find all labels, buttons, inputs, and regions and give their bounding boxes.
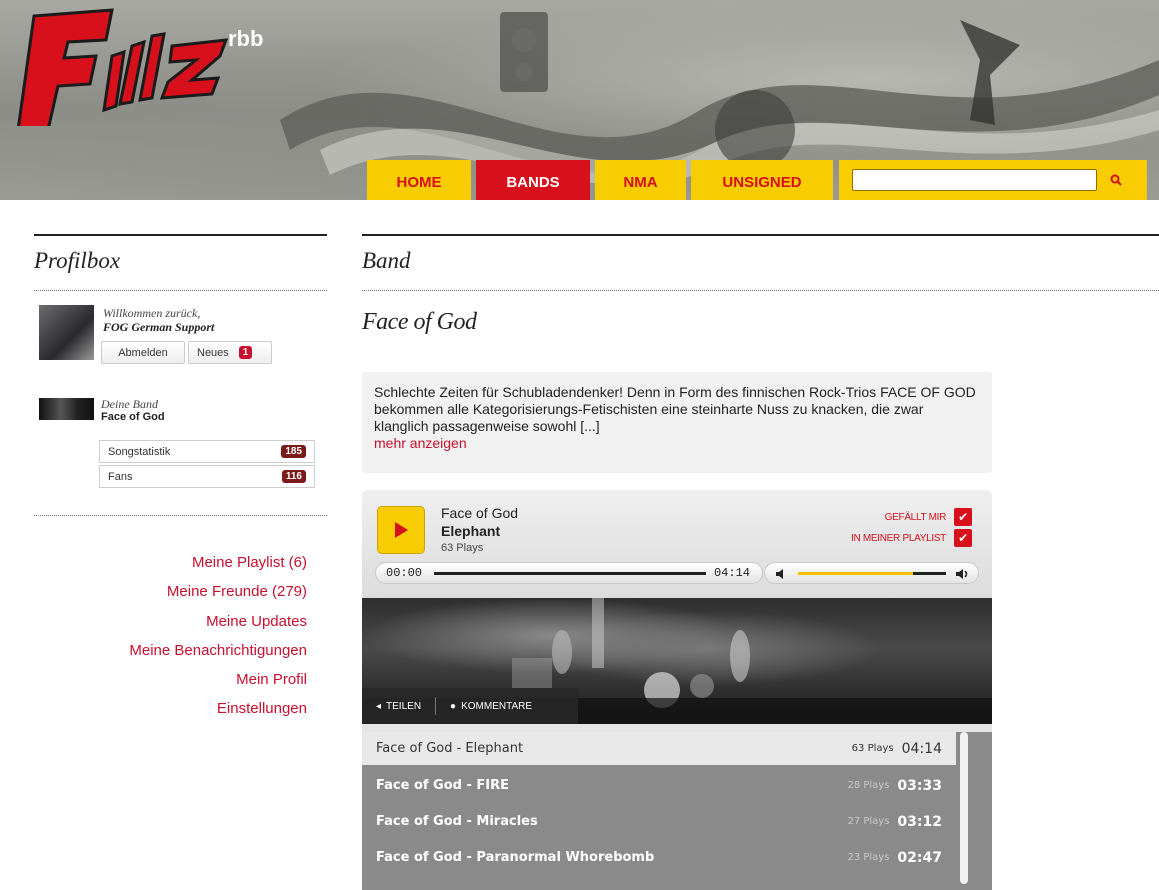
description-text: Schlechte Zeiten für Schubladendenker! D… [374, 384, 976, 434]
track-name: Face of God - Elephant [376, 741, 524, 756]
news-count-badge: 1 [238, 346, 253, 359]
user-name[interactable]: FOG German Support [103, 320, 214, 335]
share-bar: ◂ TEILEN ● KOMMENTARE [362, 688, 578, 724]
search-icon[interactable] [1105, 170, 1127, 190]
track-plays-count: 28 Plays [847, 780, 890, 791]
stat-label: Songstatistik [108, 445, 171, 458]
news-label: Neues [197, 346, 229, 359]
nav-tab-unsigned[interactable]: UNSIGNED [691, 160, 833, 200]
track-row[interactable]: Face of God - Elephant 63 Plays 04:14 [362, 732, 956, 765]
user-avatar[interactable] [39, 305, 94, 360]
playlist-button[interactable]: IN MEINER PLAYLIST ✔ [851, 529, 972, 547]
track-plays: 63 Plays [441, 542, 484, 554]
play-button[interactable] [377, 506, 425, 554]
time-current: 00:00 [386, 566, 423, 580]
fritz-logo[interactable] [12, 6, 272, 126]
track-duration: 03:33 [897, 777, 942, 794]
track-name: Face of God - Miracles [376, 814, 538, 829]
main-top-rule [362, 234, 1159, 236]
nav-tab-home[interactable]: HOME [367, 160, 471, 200]
nav-tab-nma[interactable]: NMA [595, 160, 686, 200]
volume-down-icon[interactable] [775, 568, 787, 580]
progress-bar[interactable]: 00:00 04:14 [375, 562, 763, 584]
comment-icon: ● [450, 700, 457, 712]
progress-track[interactable] [434, 572, 706, 575]
volume-slider[interactable] [798, 572, 946, 575]
stat-label: Fans [108, 470, 133, 483]
section-title: Band [362, 248, 411, 273]
track-plays-count: 27 Plays [847, 816, 890, 827]
band-caption: Deine Band [101, 397, 158, 411]
tracklist-scrollbar[interactable] [960, 732, 968, 884]
band-thumbnail[interactable] [39, 398, 94, 420]
sidebar-band-name[interactable]: Face of God [101, 411, 165, 423]
sidebar-top-rule [34, 234, 327, 236]
tracklist: Face of God - Elephant 63 Plays 04:14 Fac… [362, 732, 992, 890]
audio-player: Face of God Elephant 63 Plays GEFÄLLT MI… [362, 490, 992, 890]
divider [34, 290, 327, 291]
track-duration: 03:12 [897, 813, 942, 830]
link-my-friends[interactable]: Meine Freunde (279) [129, 577, 307, 606]
like-button[interactable]: GEFÄLLT MIR ✔ [885, 508, 972, 526]
volume-up-icon[interactable] [955, 568, 971, 580]
search-input[interactable] [852, 169, 1097, 191]
play-icon [395, 522, 408, 538]
stat-count-badge: 185 [281, 445, 306, 458]
share-button[interactable]: ◂ TEILEN [362, 701, 435, 712]
time-total: 04:14 [713, 566, 750, 580]
band-name-heading: Face of God [362, 309, 477, 335]
nav-tab-bands[interactable]: BANDS [476, 160, 590, 200]
track-name: Face of God - FIRE [376, 778, 510, 793]
volume-control[interactable] [764, 562, 979, 584]
search-box [839, 160, 1147, 200]
check-icon: ✔ [954, 529, 972, 547]
divider [362, 290, 1159, 291]
sidebar-links: Meine Playlist (6) Meine Freunde (279) M… [129, 548, 307, 724]
player-controls: Face of God Elephant 63 Plays GEFÄLLT MI… [362, 490, 992, 598]
welcome-text: Willkommen zurück, [103, 306, 201, 320]
comments-button[interactable]: ● KOMMENTARE [436, 701, 546, 712]
link-my-updates[interactable]: Meine Updates [129, 607, 307, 636]
stat-count-badge: 116 [281, 470, 306, 483]
link-my-profile[interactable]: Mein Profil [129, 665, 307, 694]
track-plays-count: 23 Plays [847, 852, 890, 863]
rbb-label: rbb [228, 26, 264, 51]
track-name: Face of God - Paranormal Whorebomb [376, 850, 655, 865]
comments-label: KOMMENTARE [461, 700, 533, 712]
track-row[interactable]: Face of God - Paranormal Whorebomb 23 Pl… [362, 841, 956, 874]
track-title: Elephant [441, 523, 501, 539]
track-plays-count: 63 Plays [851, 743, 894, 754]
track-row[interactable]: Face of God - FIRE 28 Plays 03:33 [362, 769, 956, 802]
check-icon: ✔ [954, 508, 972, 526]
profilbox-title: Profilbox [34, 248, 121, 273]
track-duration: 04:14 [901, 740, 942, 757]
track-duration: 02:47 [897, 849, 942, 866]
stat-songstatistik[interactable]: Songstatistik 185 [99, 440, 315, 463]
divider [34, 515, 327, 516]
band-description: Schlechte Zeiten für Schubladendenker! D… [362, 372, 992, 473]
news-button[interactable]: Neues 1 [188, 341, 272, 364]
track-row[interactable]: Face of God - Miracles 27 Plays 03:12 [362, 805, 956, 838]
link-my-notifications[interactable]: Meine Benachrichtigungen [129, 636, 307, 665]
share-icon: ◂ [376, 700, 382, 712]
volume-fill [798, 572, 914, 575]
link-my-playlist[interactable]: Meine Playlist (6) [129, 548, 307, 577]
playlist-label: IN MEINER PLAYLIST [851, 532, 946, 544]
share-label: TEILEN [386, 700, 422, 712]
like-label: GEFÄLLT MIR [884, 511, 947, 523]
more-link[interactable]: mehr anzeigen [374, 435, 467, 451]
track-artist: Face of God [441, 505, 519, 521]
link-settings[interactable]: Einstellungen [129, 694, 307, 723]
logout-button[interactable]: Abmelden [101, 341, 185, 364]
stat-fans[interactable]: Fans 116 [99, 465, 315, 488]
